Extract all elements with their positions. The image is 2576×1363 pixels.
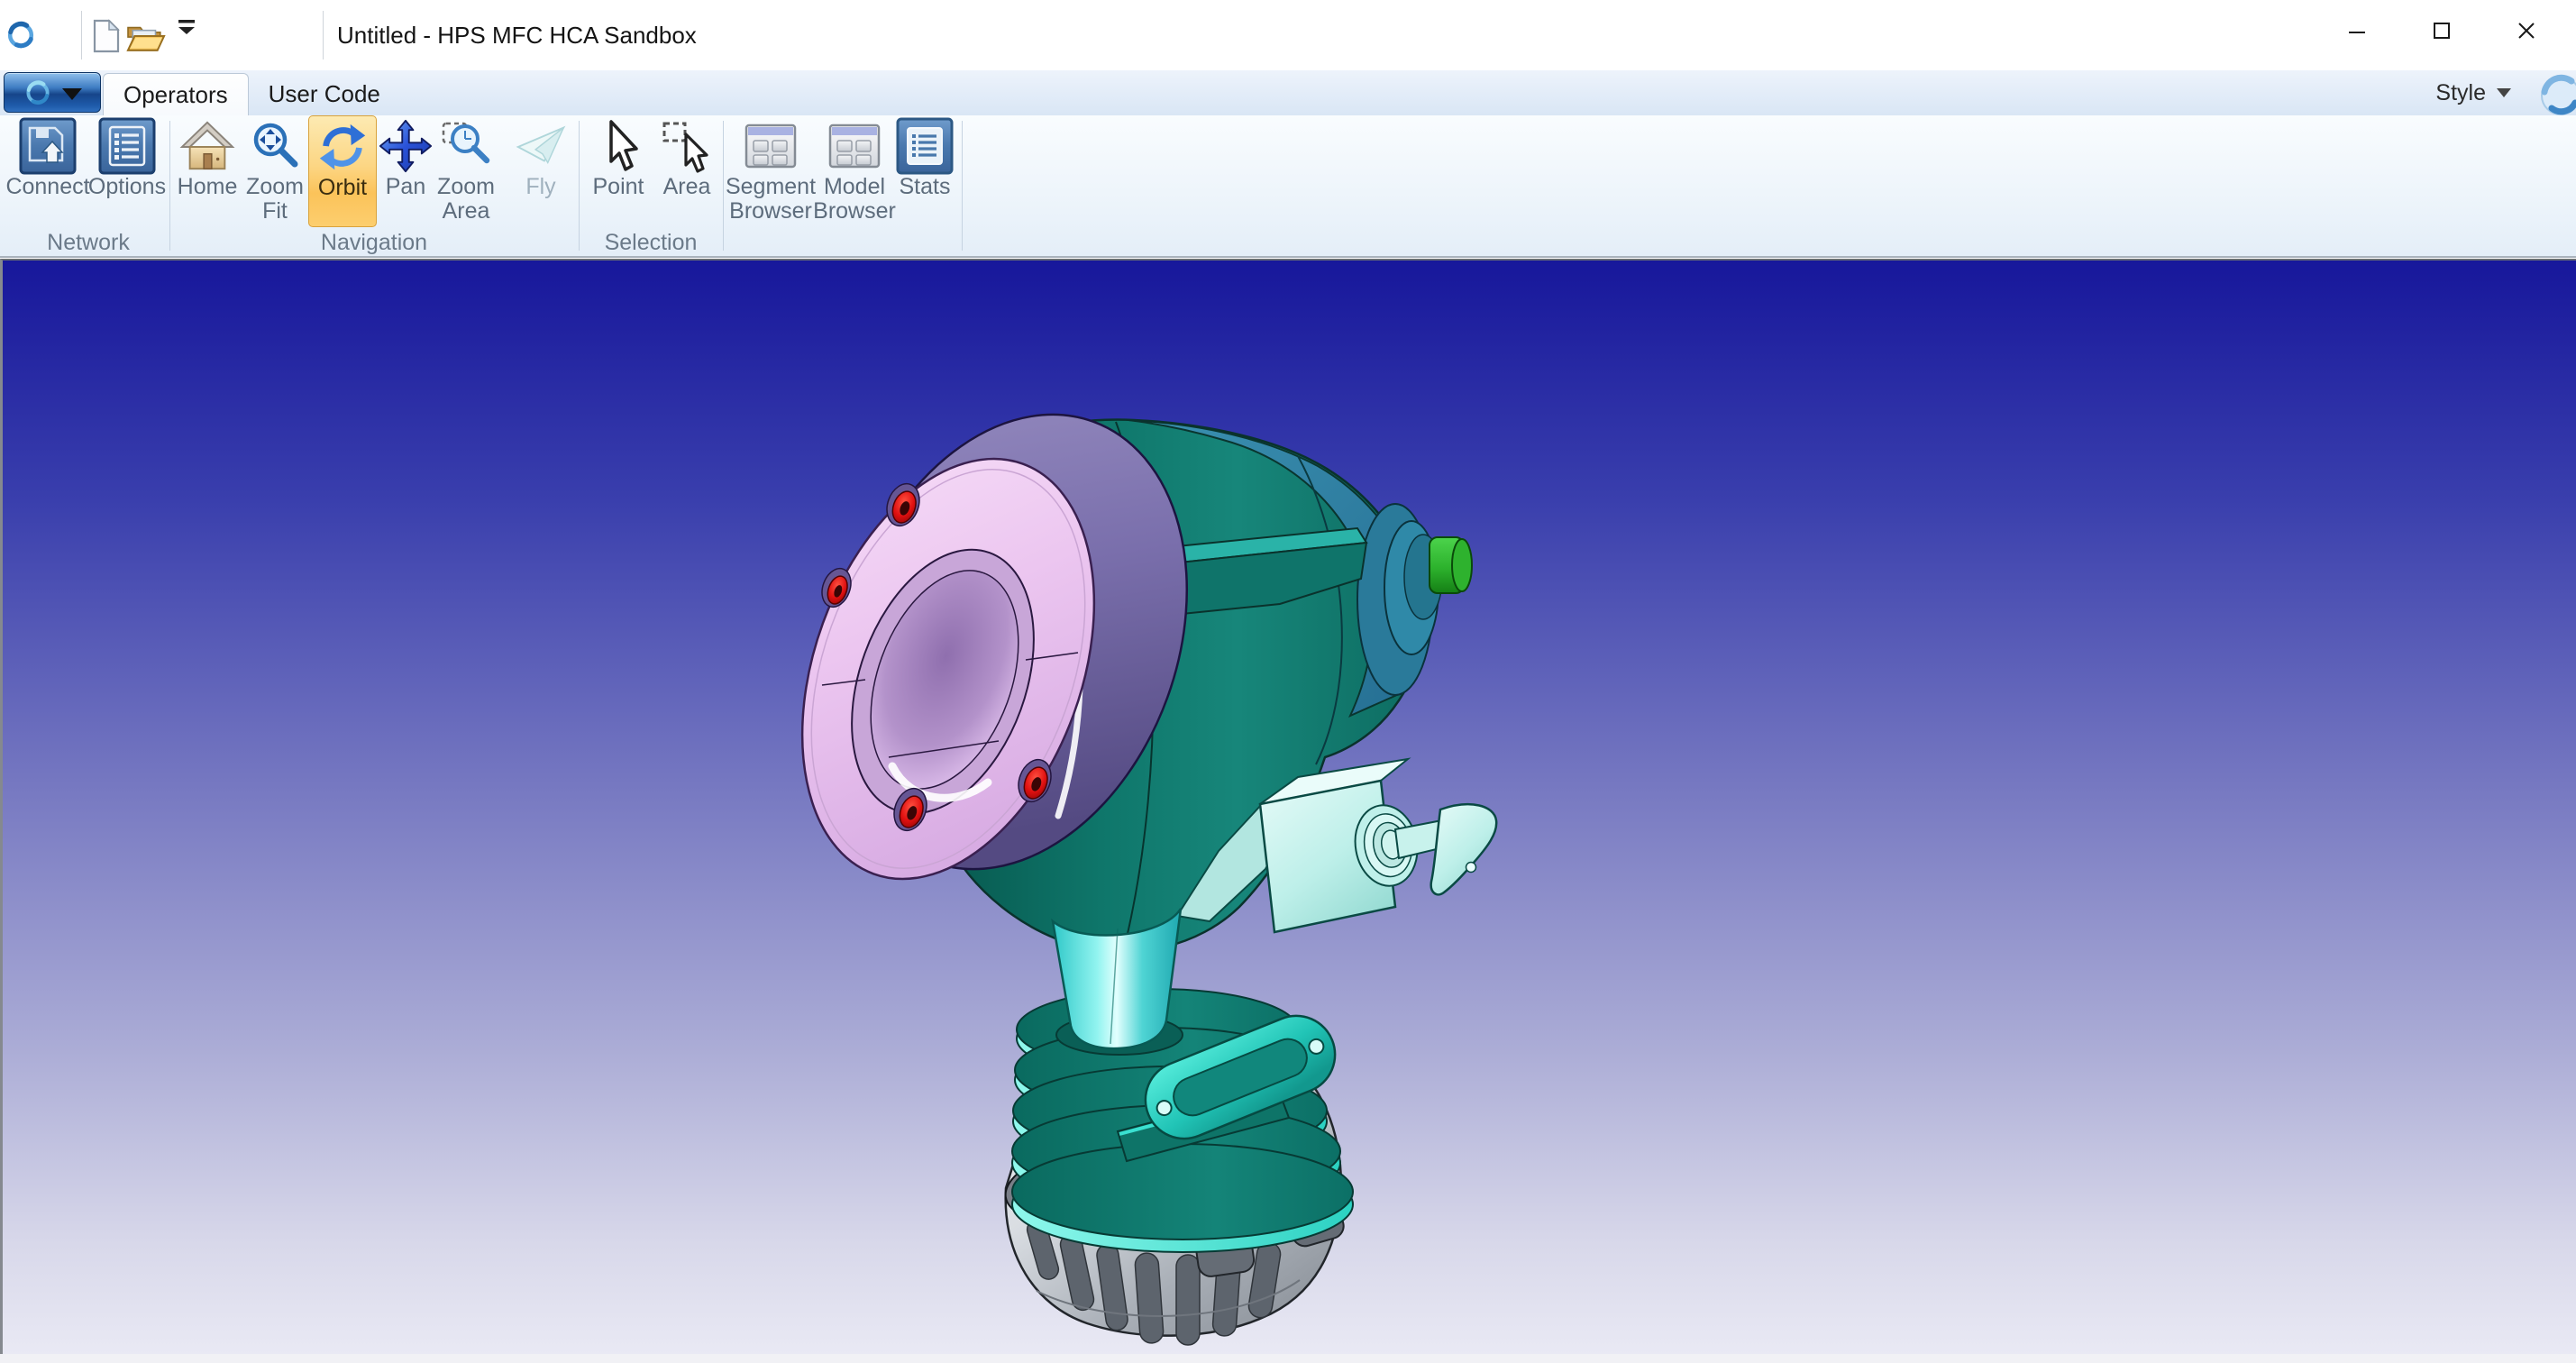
home-icon bbox=[178, 117, 236, 175]
button-label: Point bbox=[593, 175, 644, 199]
style-label: Style bbox=[2435, 80, 2486, 106]
fly-button[interactable]: Fly bbox=[510, 117, 571, 227]
button-label: Fly bbox=[525, 175, 555, 199]
point-select-button[interactable]: Point bbox=[586, 117, 651, 227]
button-label: Zoom bbox=[437, 175, 495, 199]
open-file-button[interactable] bbox=[124, 18, 168, 54]
window-controls bbox=[2315, 0, 2569, 61]
button-label: Segment bbox=[726, 175, 816, 199]
maximize-button[interactable] bbox=[2399, 0, 2484, 61]
model-browser-icon bbox=[826, 117, 883, 175]
qat-customize-button[interactable] bbox=[177, 18, 198, 38]
group-label-selection: Selection bbox=[579, 229, 723, 256]
application-menu-button[interactable] bbox=[4, 72, 101, 113]
minimize-button[interactable] bbox=[2315, 0, 2399, 61]
point-select-icon bbox=[589, 117, 647, 175]
hoops-logo-icon bbox=[2533, 72, 2576, 115]
group-label-network: Network bbox=[7, 229, 169, 256]
tab-user-code[interactable]: User Code bbox=[249, 73, 400, 115]
segment-browser-button[interactable]: Segment Browser bbox=[728, 117, 813, 227]
model-knob-green[interactable] bbox=[1430, 537, 1472, 593]
style-dropdown[interactable]: Style bbox=[2435, 70, 2511, 115]
connect-button[interactable]: Connect bbox=[7, 117, 88, 227]
options-icon bbox=[98, 117, 156, 175]
zoom-fit-icon bbox=[246, 117, 304, 175]
button-label-2: Area bbox=[443, 199, 490, 224]
zoom-area-button[interactable]: Zoom Area bbox=[434, 117, 498, 227]
button-label: Home bbox=[178, 175, 238, 199]
window-bottom-edge bbox=[0, 1354, 2576, 1363]
button-label: Pan bbox=[386, 175, 425, 199]
hoops-swirl-icon bbox=[23, 78, 53, 108]
button-label: Stats bbox=[900, 175, 951, 199]
button-label: Options bbox=[88, 175, 166, 199]
home-button[interactable]: Home bbox=[174, 117, 241, 227]
model-neck[interactable] bbox=[1053, 909, 1183, 1055]
ribbon: Connect Options bbox=[0, 115, 2576, 258]
zoom-area-icon bbox=[437, 117, 495, 175]
options-button[interactable]: Options bbox=[87, 117, 168, 227]
button-label: Model bbox=[824, 175, 885, 199]
button-label: Area bbox=[663, 175, 711, 199]
segment-browser-icon bbox=[742, 117, 799, 175]
open-folder-icon bbox=[124, 18, 168, 54]
button-label-2: Browser bbox=[813, 199, 896, 224]
zoom-fit-button[interactable]: Zoom Fit bbox=[242, 117, 308, 227]
close-button[interactable] bbox=[2484, 0, 2569, 61]
app-swirl-icon bbox=[5, 19, 37, 51]
new-document-button[interactable] bbox=[88, 18, 123, 54]
pan-button[interactable]: Pan bbox=[377, 117, 434, 227]
group-separator bbox=[962, 121, 963, 251]
title-separator bbox=[323, 11, 324, 59]
pan-icon bbox=[377, 117, 434, 175]
orbit-icon bbox=[314, 118, 371, 176]
button-label-2: Fit bbox=[262, 199, 288, 224]
cad-model[interactable] bbox=[0, 259, 2576, 1354]
button-label: Orbit bbox=[318, 176, 367, 200]
connect-icon bbox=[19, 117, 77, 175]
qat-separator bbox=[81, 11, 82, 59]
maximize-icon bbox=[2430, 19, 2453, 42]
fly-icon bbox=[512, 117, 570, 175]
group-label-navigation: Navigation bbox=[169, 229, 579, 256]
minimize-icon bbox=[2345, 19, 2369, 42]
button-label-2: Browser bbox=[729, 199, 812, 224]
3d-viewport[interactable] bbox=[0, 259, 2576, 1354]
orbit-button[interactable]: Orbit bbox=[308, 115, 377, 227]
quick-access-dropdown-icon bbox=[177, 18, 198, 38]
stats-button[interactable]: Stats bbox=[898, 117, 952, 227]
group-label-browsers bbox=[723, 229, 962, 256]
new-document-icon bbox=[88, 18, 123, 54]
model-browser-button[interactable]: Model Browser bbox=[813, 117, 896, 227]
button-label: Zoom bbox=[246, 175, 304, 199]
window-title: Untitled - HPS MFC HCA Sandbox bbox=[337, 0, 697, 70]
button-label: Connect bbox=[5, 175, 89, 199]
area-select-icon bbox=[658, 117, 716, 175]
ribbon-tab-bar: Operators User Code Style bbox=[0, 70, 2576, 115]
dropdown-arrow-icon bbox=[2497, 88, 2511, 97]
app-menu-caret-icon bbox=[62, 88, 82, 100]
stats-icon bbox=[896, 117, 954, 175]
area-select-button[interactable]: Area bbox=[654, 117, 719, 227]
tab-operators[interactable]: Operators bbox=[103, 73, 249, 115]
close-icon bbox=[2515, 19, 2538, 42]
title-bar: Untitled - HPS MFC HCA Sandbox bbox=[0, 0, 2576, 70]
